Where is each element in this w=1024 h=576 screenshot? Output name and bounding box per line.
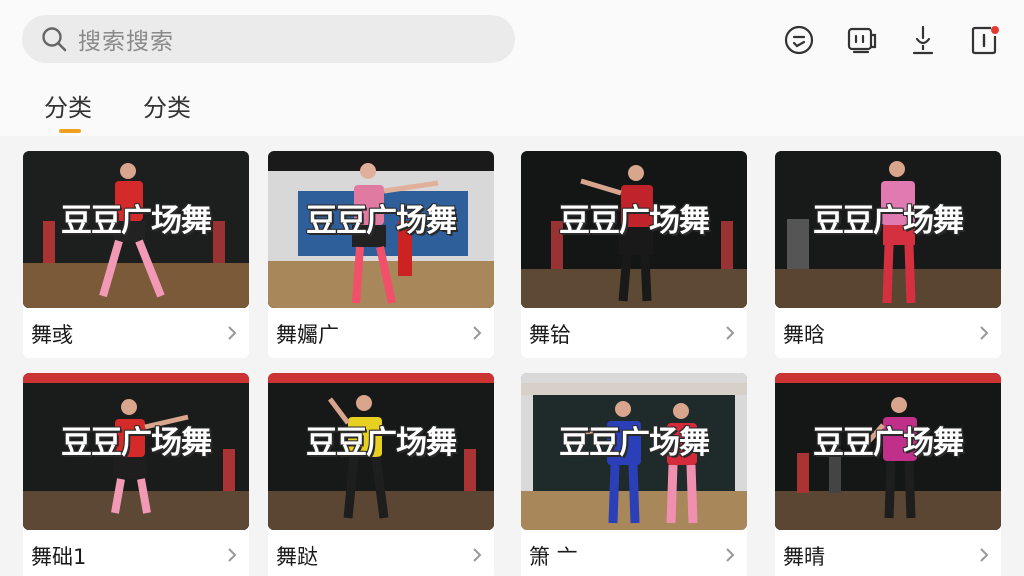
chevron-right-icon	[470, 323, 484, 343]
video-card[interactable]: 豆豆广场舞 舞晗	[775, 151, 1001, 358]
video-title: 舞彧	[31, 323, 73, 347]
video-thumbnail: 豆豆广场舞	[268, 151, 494, 308]
video-overlay-text: 豆豆广场舞	[61, 425, 212, 461]
video-overlay-text: 豆豆广场舞	[559, 425, 710, 461]
video-thumbnail: 豆豆广场舞	[268, 373, 494, 530]
video-card[interactable]: 豆豆广场舞 舞跶	[268, 373, 494, 576]
notification-icon[interactable]	[969, 24, 1001, 56]
video-overlay-text: 豆豆广场舞	[306, 425, 457, 461]
notification-dot	[991, 26, 999, 34]
video-overlay-text: 豆豆广场舞	[61, 203, 212, 239]
video-card[interactable]: 豆豆广场舞 舞孎广	[268, 151, 494, 358]
video-thumbnail: 豆豆广场舞	[23, 151, 249, 308]
video-title: 舞晗	[783, 323, 825, 347]
microphone-icon[interactable]	[907, 24, 939, 56]
top-bar: 搜索搜索 分类 分类	[0, 0, 1024, 136]
search-box[interactable]: 搜索搜索	[22, 15, 515, 63]
search-placeholder: 搜索搜索	[78, 29, 174, 55]
video-thumbnail: 豆豆广场舞	[775, 373, 1001, 530]
video-overlay-text: 豆豆广场舞	[559, 203, 710, 239]
video-card[interactable]: 豆豆广场舞 舞晴	[775, 373, 1001, 576]
video-title: 舞础1	[31, 545, 87, 569]
chevron-right-icon	[977, 323, 991, 343]
video-title: 箫 亠	[529, 545, 578, 569]
chevron-right-icon	[225, 545, 239, 565]
video-thumbnail: 豆豆广场舞	[775, 151, 1001, 308]
video-thumbnail: 豆豆广场舞	[521, 373, 747, 530]
emoji-face-icon[interactable]	[783, 24, 815, 56]
search-icon	[40, 25, 68, 53]
video-card[interactable]: 豆豆广场舞 箫 亠	[521, 373, 747, 576]
video-card[interactable]: 豆豆广场舞 舞铪	[521, 151, 747, 358]
video-title: 舞晴	[783, 545, 825, 569]
video-title: 舞铪	[529, 323, 571, 347]
chevron-right-icon	[723, 545, 737, 565]
tab-category-1[interactable]: 分类	[44, 88, 92, 123]
video-card[interactable]: 豆豆广场舞 舞彧	[23, 151, 249, 358]
video-overlay-text: 豆豆广场舞	[813, 203, 964, 239]
tab-category-2[interactable]: 分类	[143, 88, 191, 123]
video-card[interactable]: 豆豆广场舞 舞础1	[23, 373, 249, 576]
chevron-right-icon	[225, 323, 239, 343]
video-overlay-text: 豆豆广场舞	[813, 425, 964, 461]
chevron-right-icon	[977, 545, 991, 565]
video-title: 舞跶	[276, 545, 318, 569]
active-tab-indicator	[59, 129, 81, 133]
video-title: 舞孎广	[276, 323, 339, 347]
video-thumbnail: 豆豆广场舞	[23, 373, 249, 530]
tv-cast-icon[interactable]	[846, 24, 878, 56]
chevron-right-icon	[723, 323, 737, 343]
video-overlay-text: 豆豆广场舞	[306, 203, 457, 239]
chevron-right-icon	[470, 545, 484, 565]
video-thumbnail: 豆豆广场舞	[521, 151, 747, 308]
